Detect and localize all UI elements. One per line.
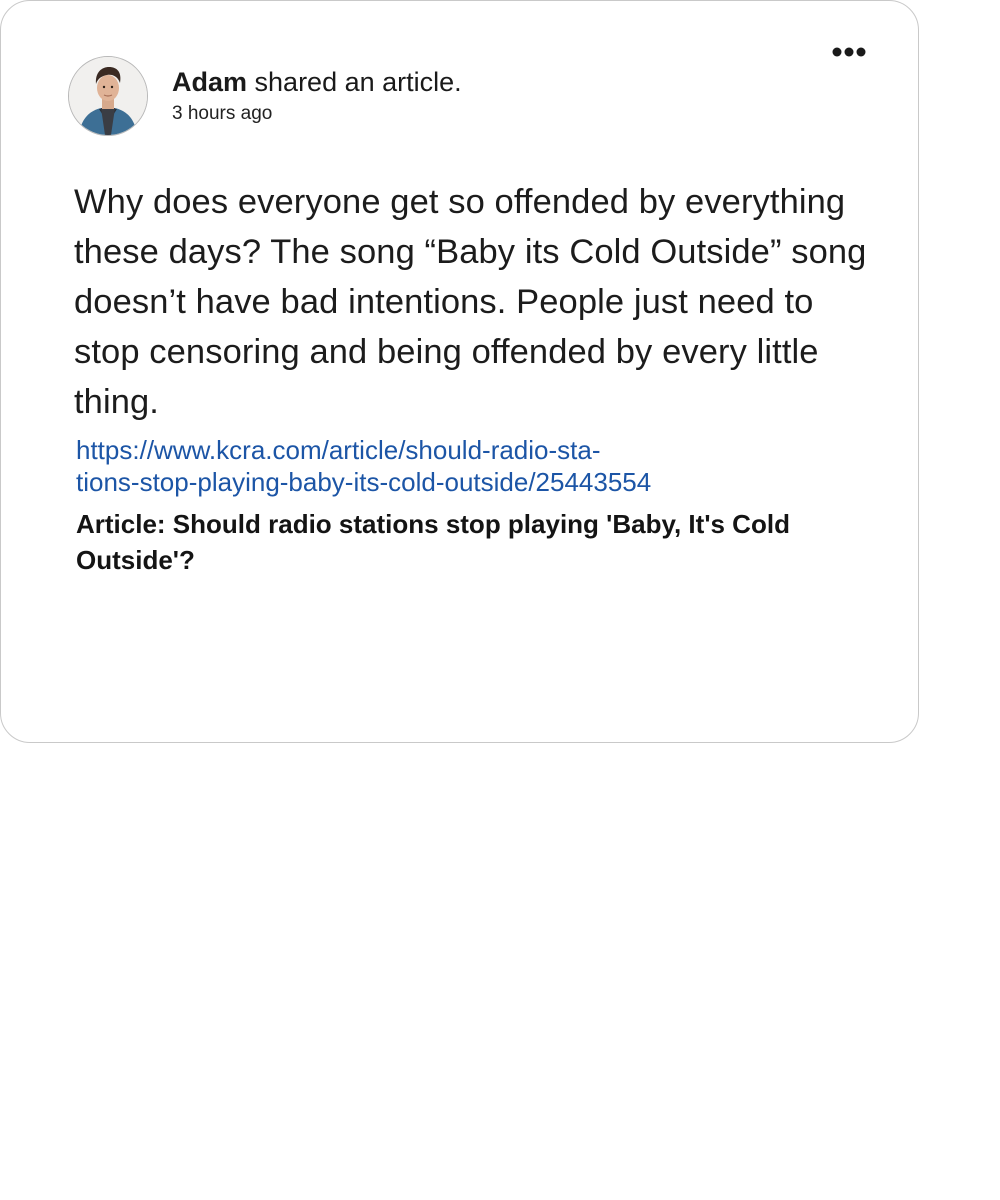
avatar[interactable] bbox=[68, 56, 148, 136]
more-options-button[interactable] bbox=[829, 39, 869, 65]
post-card: Adam shared an article. 3 hours ago Why … bbox=[0, 0, 919, 743]
more-options-icon bbox=[832, 47, 866, 57]
article-link-line-2: tions-stop-playing-baby-its-cold-outside… bbox=[76, 467, 652, 497]
author-name[interactable]: Adam bbox=[172, 67, 247, 97]
post-action: shared an article. bbox=[254, 67, 462, 97]
article-title: Article: Should radio stations stop play… bbox=[76, 509, 790, 575]
user-avatar-image bbox=[69, 57, 147, 135]
post-body-text: Why does everyone get so offended by eve… bbox=[74, 183, 867, 421]
post-header: Adam shared an article. bbox=[172, 65, 462, 99]
article-link[interactable]: https://www.kcra.com/article/should-radi… bbox=[76, 434, 796, 498]
article-link-line-1: https://www.kcra.com/article/should-radi… bbox=[76, 435, 601, 465]
post-timestamp: 3 hours ago bbox=[172, 103, 273, 124]
